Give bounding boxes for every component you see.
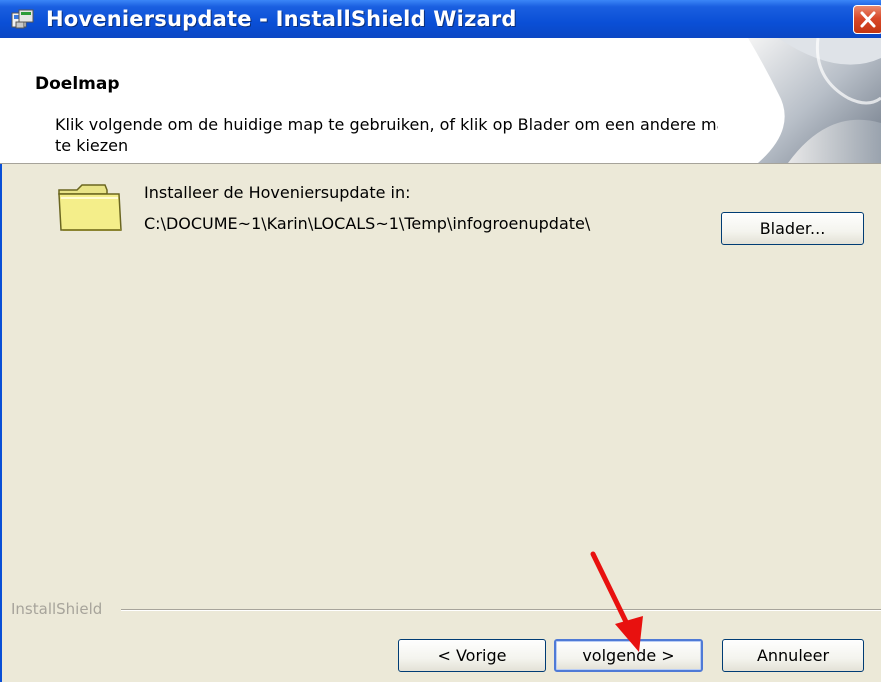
title-bar[interactable]: Hoveniersupdate - InstallShield Wizard — [0, 0, 881, 39]
close-button[interactable] — [853, 5, 881, 34]
header-decoration-image — [718, 38, 881, 163]
installer-icon — [10, 7, 36, 31]
header-panel: Doelmap Klik volgende om de huidige map … — [0, 38, 881, 164]
red-arrow-annotation — [590, 551, 643, 652]
folder-icon — [58, 184, 122, 231]
window-left-border — [0, 164, 2, 682]
install-location-label: Installeer de Hoveniersupdate in: — [144, 183, 411, 202]
page-title: Doelmap — [35, 74, 120, 94]
window-title: Hoveniersupdate - InstallShield Wizard — [46, 7, 517, 31]
footer-divider — [121, 609, 881, 611]
close-icon — [860, 11, 876, 28]
installshield-brand-label: InstallShield — [11, 600, 103, 618]
installshield-wizard-window: Hoveniersupdate - InstallShield Wizard D… — [0, 0, 881, 682]
browse-button[interactable]: Blader... — [721, 212, 864, 245]
back-button[interactable]: < Vorige — [398, 639, 546, 672]
install-path: C:\DOCUME~1\Karin\LOCALS~1\Temp\infogroe… — [144, 214, 591, 233]
page-subtitle: Klik volgende om de huidige map te gebru… — [55, 115, 737, 155]
cancel-button[interactable]: Annuleer — [722, 639, 864, 672]
